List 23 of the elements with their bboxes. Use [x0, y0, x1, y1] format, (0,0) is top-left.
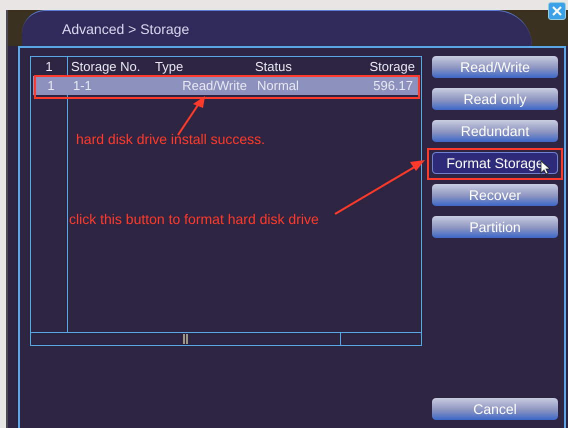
action-button[interactable]: Recover [432, 184, 558, 206]
annotation-text: hard disk drive install success. [76, 131, 266, 147]
table-cell-text: 1-1 [72, 78, 93, 93]
table-cell-text: 596.17 [372, 78, 414, 93]
table-cell-text: 1 [46, 78, 56, 93]
table-cell-text: Read/Write [181, 78, 248, 93]
action-button[interactable]: Partition [432, 216, 558, 238]
cancel-button[interactable]: Cancel [432, 398, 558, 420]
action-button[interactable]: Read/Write [432, 56, 558, 78]
annotation-text: click this button to format hard disk drive [69, 211, 319, 227]
action-button[interactable]: Format Storage [432, 152, 558, 174]
column-header: Storage No. [70, 59, 142, 74]
action-button[interactable]: Read only [432, 88, 558, 110]
table-row[interactable]: 1 1-1 Read/Write Normal 596.17 [33, 76, 419, 95]
close-icon[interactable] [548, 2, 566, 20]
action-button[interactable]: Redundant [432, 120, 558, 142]
scrollbar-grip-icon[interactable] [182, 334, 188, 344]
column-header: Type [154, 59, 184, 74]
table-cell-text: Normal [256, 78, 300, 93]
window-title: Advanced > Storage [22, 10, 532, 46]
column-header: Storage [368, 59, 416, 74]
column-header: Status [254, 59, 293, 74]
column-header: 1 [44, 59, 54, 74]
